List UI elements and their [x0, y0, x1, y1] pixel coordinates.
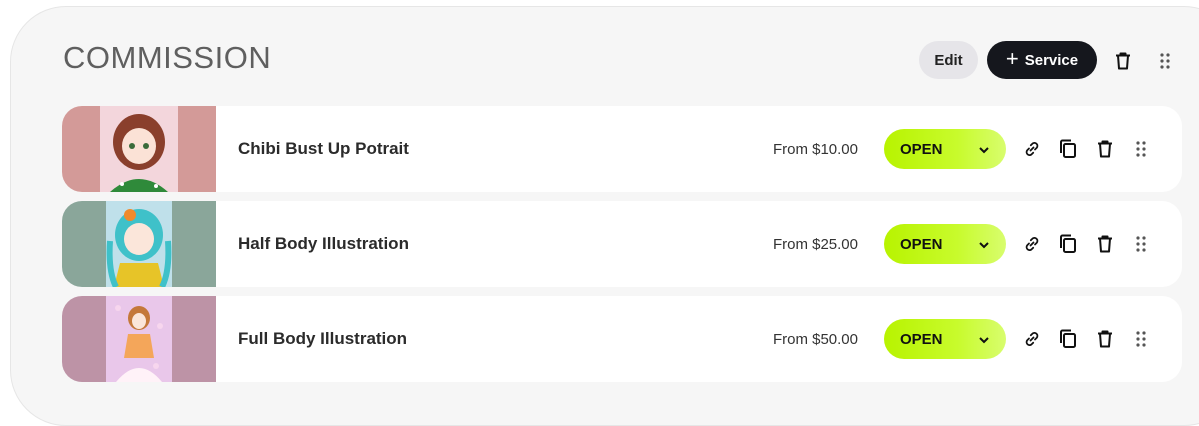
status-dropdown[interactable]: OPEN — [884, 319, 1006, 359]
drag-handle-icon[interactable] — [1129, 327, 1153, 351]
service-row[interactable]: Full Body Illustration From $50.00 OPEN — [62, 296, 1182, 382]
service-price: From $10.00 — [772, 140, 858, 158]
service-name: Half Body Illustration — [238, 234, 409, 253]
link-icon[interactable] — [1020, 232, 1044, 256]
trash-icon[interactable] — [1093, 137, 1117, 161]
add-service-button[interactable]: + Service — [987, 41, 1097, 79]
copy-icon[interactable] — [1056, 232, 1080, 256]
service-row[interactable]: Half Body Illustration From $25.00 OPEN — [62, 201, 1182, 287]
status-dropdown[interactable]: OPEN — [884, 129, 1006, 169]
chevron-down-icon — [978, 237, 990, 254]
service-row[interactable]: Chibi Bust Up Potrait From $10.00 OPEN — [62, 106, 1182, 192]
service-name: Chibi Bust Up Potrait — [238, 139, 409, 158]
copy-icon[interactable] — [1056, 137, 1080, 161]
status-dropdown[interactable]: OPEN — [884, 224, 1006, 264]
status-label: OPEN — [900, 330, 943, 348]
delete-section-icon[interactable] — [1112, 50, 1134, 72]
edit-button[interactable]: Edit — [919, 41, 978, 79]
trash-icon[interactable] — [1093, 327, 1117, 351]
link-icon[interactable] — [1020, 137, 1044, 161]
service-thumbnail — [62, 106, 216, 192]
drag-handle-icon[interactable] — [1129, 137, 1153, 161]
service-thumbnail — [62, 201, 216, 287]
service-name: Full Body Illustration — [238, 329, 408, 348]
service-thumbnail — [62, 296, 216, 382]
trash-icon[interactable] — [1093, 232, 1117, 256]
drag-handle-icon[interactable] — [1129, 232, 1153, 256]
chevron-down-icon — [978, 142, 990, 159]
status-label: OPEN — [900, 140, 943, 158]
service-price: From $25.00 — [772, 235, 858, 253]
add-service-label: Service — [1024, 51, 1079, 69]
chevron-down-icon — [978, 332, 990, 349]
link-icon[interactable] — [1020, 327, 1044, 351]
copy-icon[interactable] — [1056, 327, 1080, 351]
section-drag-handle-icon[interactable] — [1154, 50, 1176, 72]
section-title: COMMISSION — [63, 40, 272, 75]
plus-icon: + — [1005, 46, 1019, 71]
service-price: From $50.00 — [772, 330, 858, 348]
status-label: OPEN — [900, 235, 943, 253]
